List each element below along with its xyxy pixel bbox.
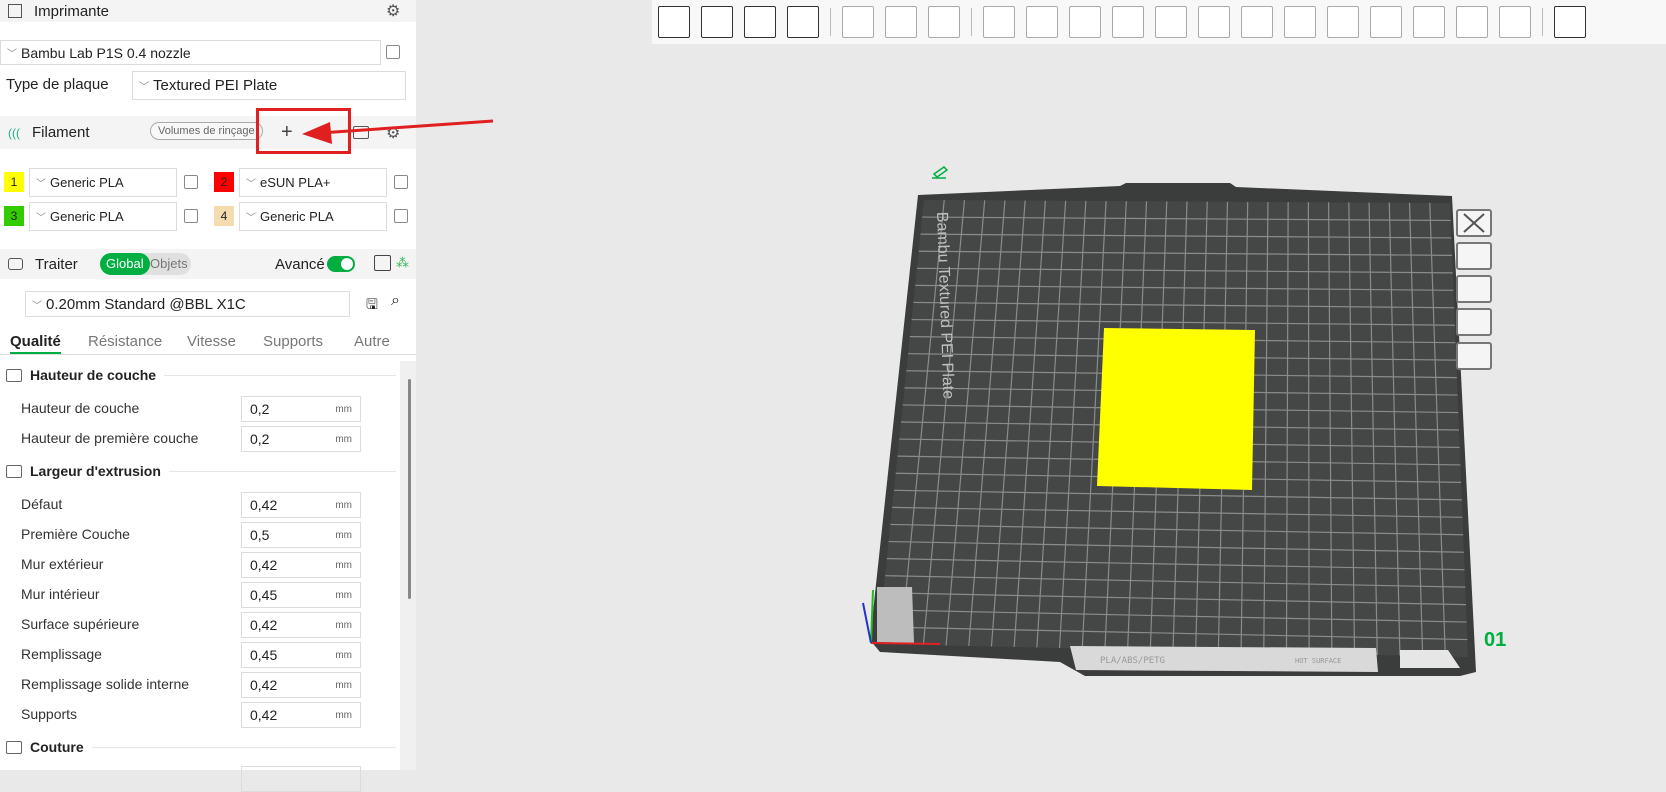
auto-arrange-plate-icon[interactable] [1456, 242, 1492, 270]
grid-line [1307, 202, 1310, 654]
model-object[interactable] [1097, 328, 1255, 490]
plate-hot-label: HOT SURFACE [1295, 657, 1341, 665]
plate-number[interactable]: 01 [1484, 629, 1506, 651]
edit-plate-name-icon[interactable] [932, 166, 949, 179]
orient-plate-icon[interactable] [1456, 275, 1492, 303]
plate-material-label: PLA/ABS/PETG [1100, 656, 1165, 666]
close-plate-icon[interactable] [1456, 209, 1492, 237]
plate-settings-icon[interactable] [1456, 342, 1492, 370]
viewport-3d[interactable]: Bambu Textured PEI Plate PLA/ABS/PETG HO… [0, 0, 1666, 770]
lock-plate-icon[interactable] [1456, 308, 1492, 336]
